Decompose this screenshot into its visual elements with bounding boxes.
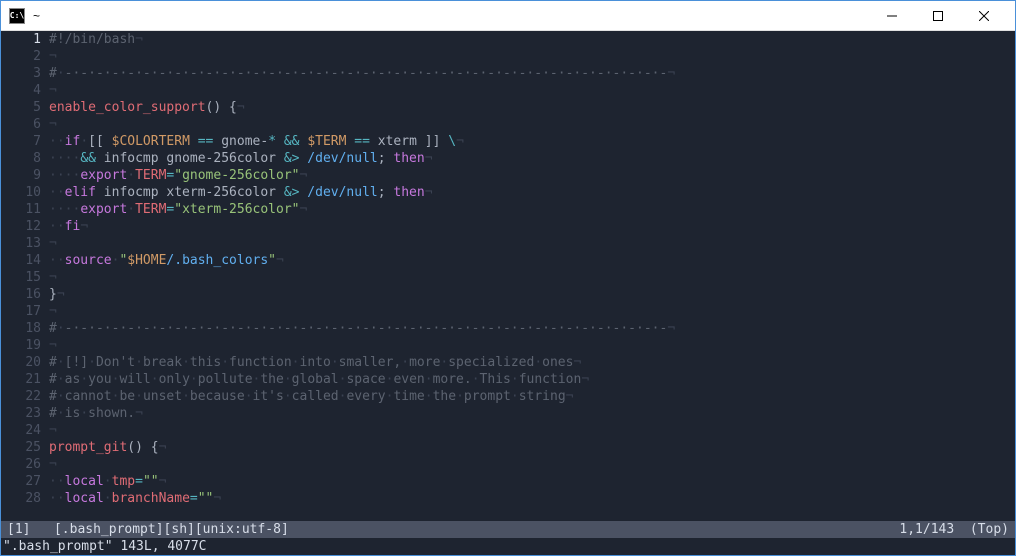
code-line[interactable]: prompt_git() {¬ [49,439,1015,456]
line-number: 13 [1,235,41,252]
code-line[interactable]: ¬ [49,456,1015,473]
code-line[interactable]: ¬ [49,303,1015,320]
code-line[interactable]: ··if·[[ $COLORTERM == gnome-* && $TERM =… [49,133,1015,150]
line-number: 5 [1,99,41,116]
maximize-button[interactable] [915,1,961,31]
line-number-gutter: 1234567891011121314151617181920212223242… [1,31,49,521]
code-line[interactable]: ····export·TERM="xterm-256color"¬ [49,201,1015,218]
status-filename: [.bash_prompt] [54,522,164,537]
close-button[interactable] [961,1,1007,31]
minimize-icon [887,11,897,21]
code-line[interactable]: #·as·you·will·only·pollute·the·global·sp… [49,371,1015,388]
line-number: 11 [1,201,41,218]
line-number: 19 [1,337,41,354]
cursor-position: 1,1/143 [899,522,954,537]
line-number: 24 [1,422,41,439]
window-controls [869,1,1007,31]
line-number: 17 [1,303,41,320]
line-number: 15 [1,269,41,286]
line-number: 28 [1,490,41,507]
code-line[interactable]: #·-·-·-·-·-·-·-·-·-·-·-·-·-·-·-·-·-·-·-·… [49,65,1015,82]
line-number: 4 [1,82,41,99]
code-line[interactable]: ¬ [49,337,1015,354]
code-line[interactable]: ··elif infocmp xterm-256color &> /dev/nu… [49,184,1015,201]
line-number: 10 [1,184,41,201]
minimize-button[interactable] [869,1,915,31]
code-line[interactable]: ¬ [49,269,1015,286]
command-line[interactable]: ".bash_prompt" 143L, 4077C [1,538,1015,555]
line-number: 16 [1,286,41,303]
code-line[interactable]: #·cannot·be·unset·because·it's·called·ev… [49,388,1015,405]
line-number: 22 [1,388,41,405]
line-number: 14 [1,252,41,269]
titlebar[interactable]: C:\ ~ [1,1,1015,31]
line-number: 9 [1,167,41,184]
code-line[interactable]: ··local·tmp=""¬ [49,473,1015,490]
code-line[interactable]: ··source·"$HOME/.bash_colors"¬ [49,252,1015,269]
line-number: 7 [1,133,41,150]
code-line[interactable]: ¬ [49,422,1015,439]
code-line[interactable]: #!/bin/bash¬ [49,31,1015,48]
line-number: 6 [1,116,41,133]
editor-viewport[interactable]: 1234567891011121314151617181920212223242… [1,31,1015,555]
status-line: [1] [.bash_prompt][sh][unix:utf-8] 1,1/1… [1,521,1015,538]
buffer-number: [1] [7,522,30,537]
line-number: 2 [1,48,41,65]
terminal-window: C:\ ~ 1234567891011121314151617181920212… [0,0,1016,556]
line-number: 23 [1,405,41,422]
code-line[interactable]: ····&& infocmp gnome-256color &> /dev/nu… [49,150,1015,167]
code-area[interactable]: 1234567891011121314151617181920212223242… [1,31,1015,521]
line-number: 1 [1,31,41,48]
code-line[interactable]: #·-·-·-·-·-·-·-·-·-·-·-·-·-·-·-·-·-·-·-·… [49,320,1015,337]
code-line[interactable]: ¬ [49,235,1015,252]
code-line[interactable]: ¬ [49,48,1015,65]
line-number: 3 [1,65,41,82]
status-filetype: [sh] [164,522,195,537]
window-title: ~ [33,9,869,23]
code-line[interactable]: ¬ [49,116,1015,133]
line-number: 8 [1,150,41,167]
command-line-text: ".bash_prompt" 143L, 4077C [3,539,207,554]
app-icon: C:\ [9,8,25,24]
line-number: 18 [1,320,41,337]
code-line[interactable]: ··fi¬ [49,218,1015,235]
line-number: 27 [1,473,41,490]
code-line[interactable]: #·[!]·Don't·break·this·function·into·sma… [49,354,1015,371]
code-line[interactable]: ····export·TERM="gnome-256color"¬ [49,167,1015,184]
code-lines[interactable]: #!/bin/bash¬¬#·-·-·-·-·-·-·-·-·-·-·-·-·-… [49,31,1015,521]
line-number: 21 [1,371,41,388]
line-number: 26 [1,456,41,473]
code-line[interactable]: }¬ [49,286,1015,303]
line-number: 25 [1,439,41,456]
maximize-icon [933,11,943,21]
line-number: 20 [1,354,41,371]
code-line[interactable]: enable_color_support() {¬ [49,99,1015,116]
close-icon [979,11,989,21]
status-encoding: [unix:utf-8] [195,522,289,537]
code-line[interactable]: #·is·shown.¬ [49,405,1015,422]
code-line[interactable]: ¬ [49,82,1015,99]
code-line[interactable]: ··local·branchName=""¬ [49,490,1015,507]
line-number: 12 [1,218,41,235]
scroll-indicator: (Top) [970,522,1009,537]
